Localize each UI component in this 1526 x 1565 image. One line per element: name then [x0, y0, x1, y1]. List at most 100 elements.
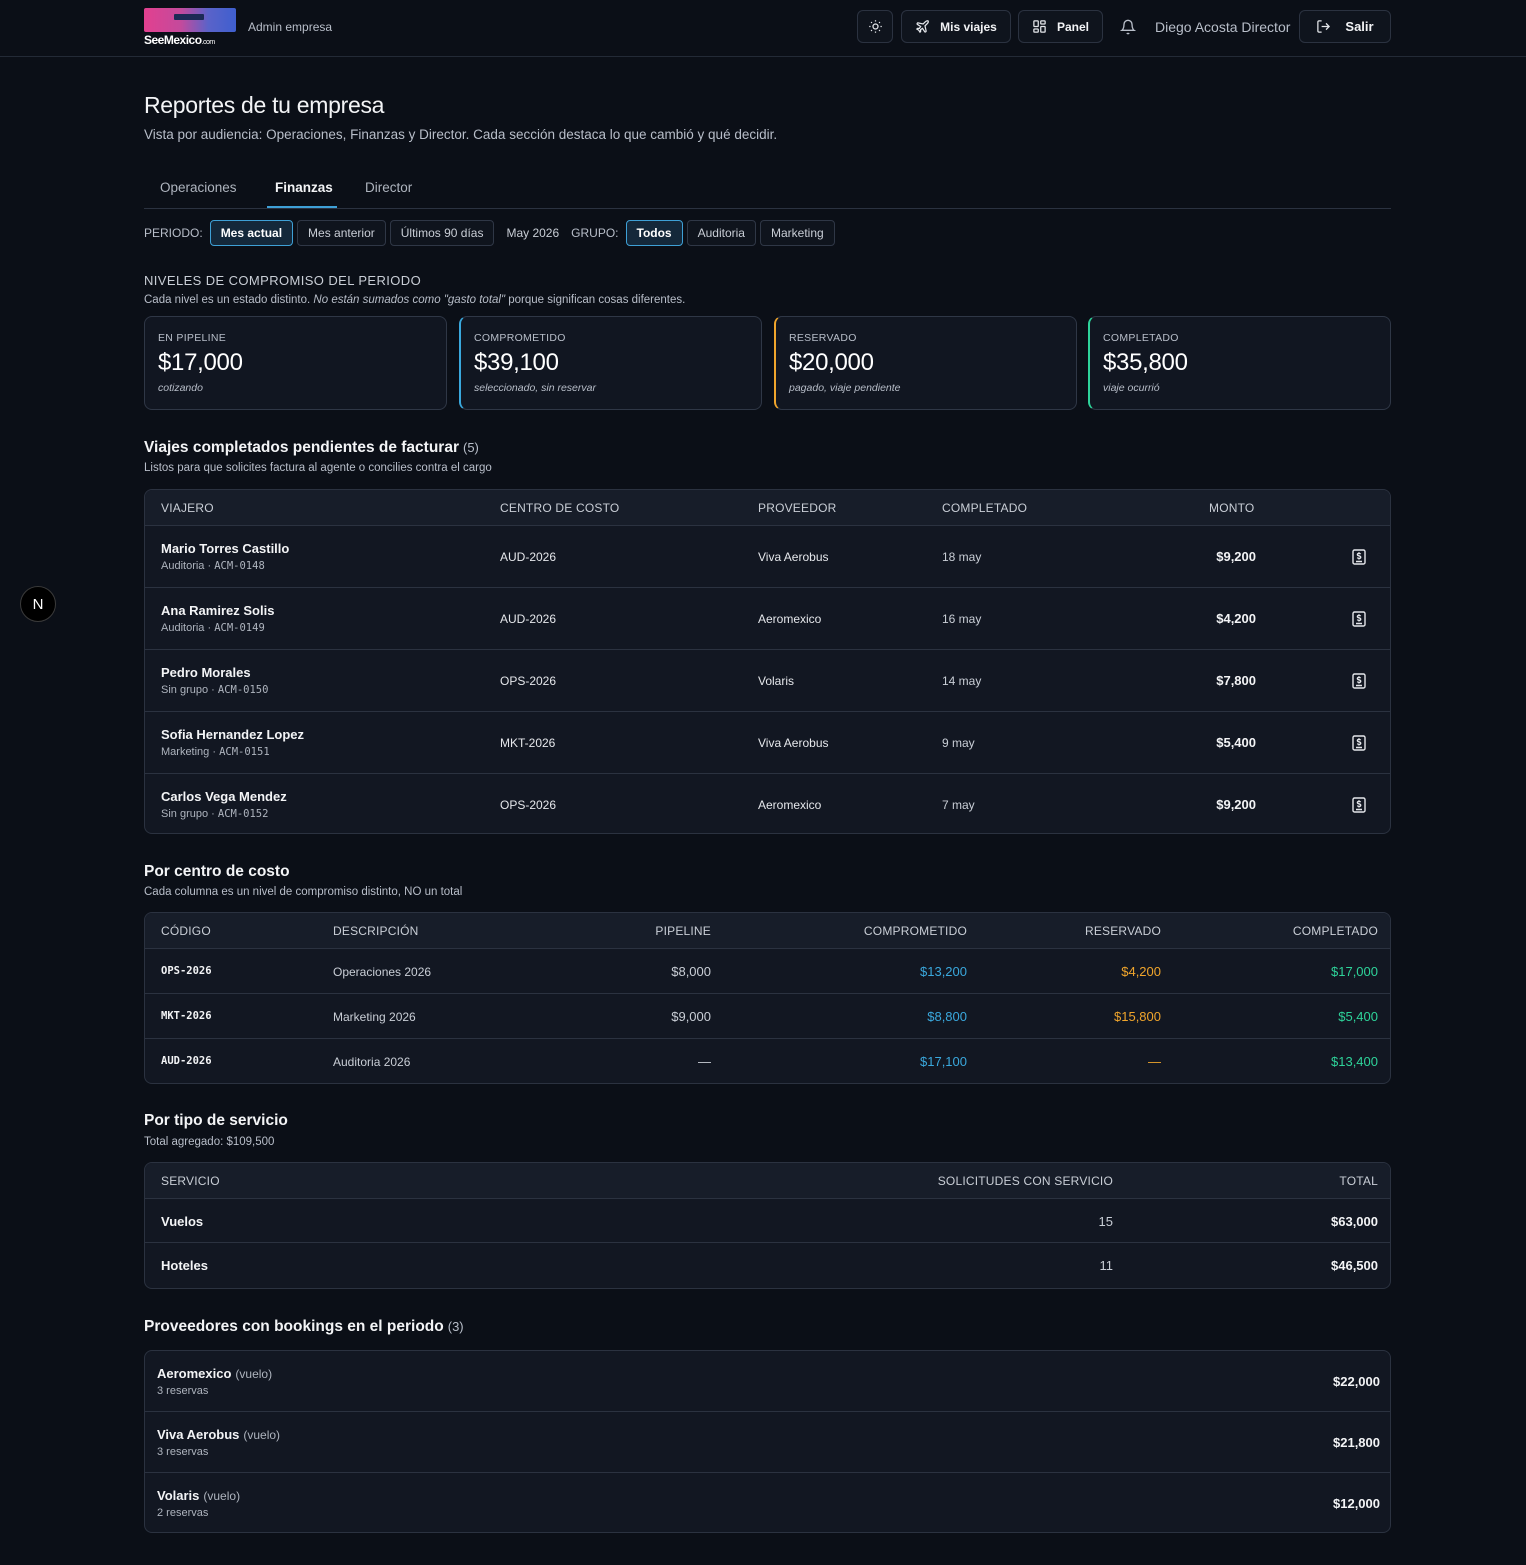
amount: $4,200 — [1216, 611, 1256, 626]
provider-title: Volaris (vuelo) — [157, 1488, 240, 1503]
invoice-icon[interactable] — [1352, 673, 1366, 689]
cost-center-code: MKT-2026 — [161, 1010, 212, 1022]
completed-value: $17,000 — [1331, 964, 1378, 979]
cost-center: AUD-2026 — [500, 550, 557, 564]
provider-name: Volaris — [157, 1488, 200, 1503]
group-all[interactable]: Todos — [625, 220, 683, 246]
invoice-icon[interactable] — [1352, 797, 1366, 813]
invoice-icon[interactable] — [1352, 735, 1366, 751]
traveler-name: Mario Torres Castillo — [161, 541, 290, 556]
provider-total: $22,000 — [1333, 1374, 1380, 1389]
provider-row: Volaris (vuelo) 2 reservas $12,000 — [145, 1473, 1390, 1532]
pending-row[interactable]: Mario Torres Castillo Auditoria · ACM-014… — [145, 526, 1390, 588]
filters-bar: PERIODO: Mes actual Mes anterior Últimos… — [144, 220, 835, 246]
reserved-value: $15,800 — [1114, 1009, 1161, 1024]
service-total: $46,500 — [1331, 1258, 1378, 1273]
sun-icon — [868, 20, 882, 33]
committed-value: $17,100 — [920, 1054, 967, 1069]
cost-center: AUD-2026 — [500, 612, 557, 626]
services-title: Por tipo de servicio — [144, 1112, 288, 1129]
provider-bookings: 3 reservas — [157, 1446, 209, 1458]
providers-title: Proveedores con bookings en el periodo (3… — [144, 1318, 464, 1335]
cost-center-table: CÓDIGO DESCRIPCIÓN PIPELINE COMPROMETIDO… — [144, 912, 1391, 1084]
committed-value: $8,800 — [927, 1009, 967, 1024]
service-name: Hoteles — [161, 1258, 208, 1273]
invoice-icon[interactable] — [1352, 611, 1366, 627]
provider-name: Viva Aerobus — [157, 1427, 240, 1442]
pending-table: VIAJERO CENTRO DE COSTO PROVEEDOR COMPLE… — [144, 489, 1391, 834]
traveler-meta: Auditoria · ACM-0149 — [161, 622, 265, 634]
group-auditoria[interactable]: Auditoria — [686, 220, 756, 246]
traveler-name: Carlos Vega Mendez — [161, 789, 287, 804]
provider-bookings: 2 reservas — [157, 1507, 209, 1519]
amount: $5,400 — [1216, 735, 1256, 750]
cost-center-code: AUD-2026 — [161, 1055, 212, 1067]
reserved-value: $4,200 — [1121, 964, 1161, 979]
current-month-label: May 2026 — [506, 226, 560, 240]
page-subtitle: Vista por audiencia: Operaciones, Finanz… — [144, 127, 778, 142]
traveler-name: Ana Ramirez Solis — [161, 603, 275, 618]
active-tab-indicator — [267, 206, 337, 208]
bell-icon[interactable] — [1120, 19, 1136, 35]
page-title: Reportes de tu empresa — [144, 92, 385, 118]
pending-row[interactable]: Ana Ramirez Solis Auditoria · ACM-0149 AUD… — [145, 588, 1390, 650]
tab-director[interactable]: Director — [365, 180, 412, 195]
tab-operaciones[interactable]: Operaciones — [160, 180, 237, 195]
traveler-name: Pedro Morales — [161, 665, 251, 680]
provider-row: Viva Aerobus (vuelo) 3 reservas $21,800 — [145, 1412, 1390, 1473]
logo-graphic — [144, 8, 236, 32]
provider-total: $21,800 — [1333, 1435, 1380, 1450]
traveler-meta: Auditoria · ACM-0148 — [161, 560, 265, 572]
group-marketing[interactable]: Marketing — [759, 220, 835, 246]
tab-finanzas[interactable]: Finanzas — [275, 180, 333, 195]
period-previous-month[interactable]: Mes anterior — [297, 220, 386, 246]
provider-type: (vuelo) — [203, 1489, 241, 1503]
panel-button[interactable]: Panel — [1018, 10, 1103, 43]
kpi-completed: COMPLETADO $35,800 viaje ocurrió — [1088, 316, 1391, 410]
pending-subtitle: Listos para que solicites factura al age… — [144, 462, 492, 474]
service-count: 11 — [1099, 1258, 1114, 1273]
completed-date: 16 may — [942, 612, 982, 626]
my-trips-button[interactable]: Mis viajes — [901, 10, 1011, 43]
provider: Aeromexico — [758, 612, 822, 626]
service-total: $63,000 — [1331, 1214, 1378, 1229]
user-name[interactable]: Diego Acosta Director — [1155, 19, 1290, 35]
logout-icon — [1317, 20, 1331, 33]
provider-bookings: 3 reservas — [157, 1385, 209, 1397]
period-last-90-days[interactable]: Últimos 90 días — [389, 220, 495, 246]
pending-row[interactable]: Sofia Hernandez Lopez Marketing · ACM-015… — [145, 712, 1390, 774]
pending-table-header: VIAJERO CENTRO DE COSTO PROVEEDOR COMPLE… — [145, 490, 1390, 526]
dev-tools-badge[interactable]: N — [20, 586, 56, 622]
traveler-meta: Sin grupo · ACM-0152 — [161, 808, 269, 820]
period-current-month[interactable]: Mes actual — [209, 220, 294, 246]
completed-date: 7 may — [942, 798, 975, 812]
top-bar: SeeMexico.com Admin empresa Mis viajes P… — [0, 0, 1526, 57]
cost-center-description: Marketing 2026 — [333, 1010, 416, 1024]
committed-value: $13,200 — [920, 964, 967, 979]
seemexico-logo[interactable]: SeeMexico.com — [144, 8, 236, 47]
cost-center: MKT-2026 — [500, 736, 556, 750]
logout-button[interactable]: Salir — [1299, 10, 1391, 43]
pending-row[interactable]: Pedro Morales Sin grupo · ACM-0150 OPS-202… — [145, 650, 1390, 712]
pending-title: Viajes completados pendientes de factura… — [144, 439, 479, 456]
amount: $9,200 — [1216, 797, 1256, 812]
providers-list: Aeromexico (vuelo) 3 reservas $22,000 Viva A… — [144, 1350, 1391, 1533]
cost-center-description: Auditoria 2026 — [333, 1055, 411, 1069]
service-row: Vuelos 15 $63,000 — [145, 1199, 1390, 1243]
services-subtitle: Total agregado: $109,500 — [144, 1136, 275, 1148]
provider: Volaris — [758, 674, 795, 688]
completed-value: $13,400 — [1331, 1054, 1378, 1069]
completed-date: 9 may — [942, 736, 975, 750]
pending-row[interactable]: Carlos Vega Mendez Sin grupo · ACM-0152 OP… — [145, 774, 1390, 833]
commitment-subtitle: Cada nivel es un estado distinto. No est… — [144, 294, 686, 306]
cost-center-title: Por centro de costo — [144, 863, 290, 880]
services-table: SERVICIO SOLICITUDES CON SERVICIO TOTAL … — [144, 1162, 1391, 1289]
service-row: Hoteles 11 $46,500 — [145, 1243, 1390, 1287]
pipeline-value: — — [698, 1054, 711, 1069]
theme-toggle-button[interactable] — [857, 10, 893, 43]
provider: Viva Aerobus — [758, 736, 829, 750]
invoice-icon[interactable] — [1352, 549, 1366, 565]
group-label: GRUPO: — [571, 226, 619, 240]
service-name: Vuelos — [161, 1214, 204, 1229]
pipeline-value: $9,000 — [671, 1009, 711, 1024]
